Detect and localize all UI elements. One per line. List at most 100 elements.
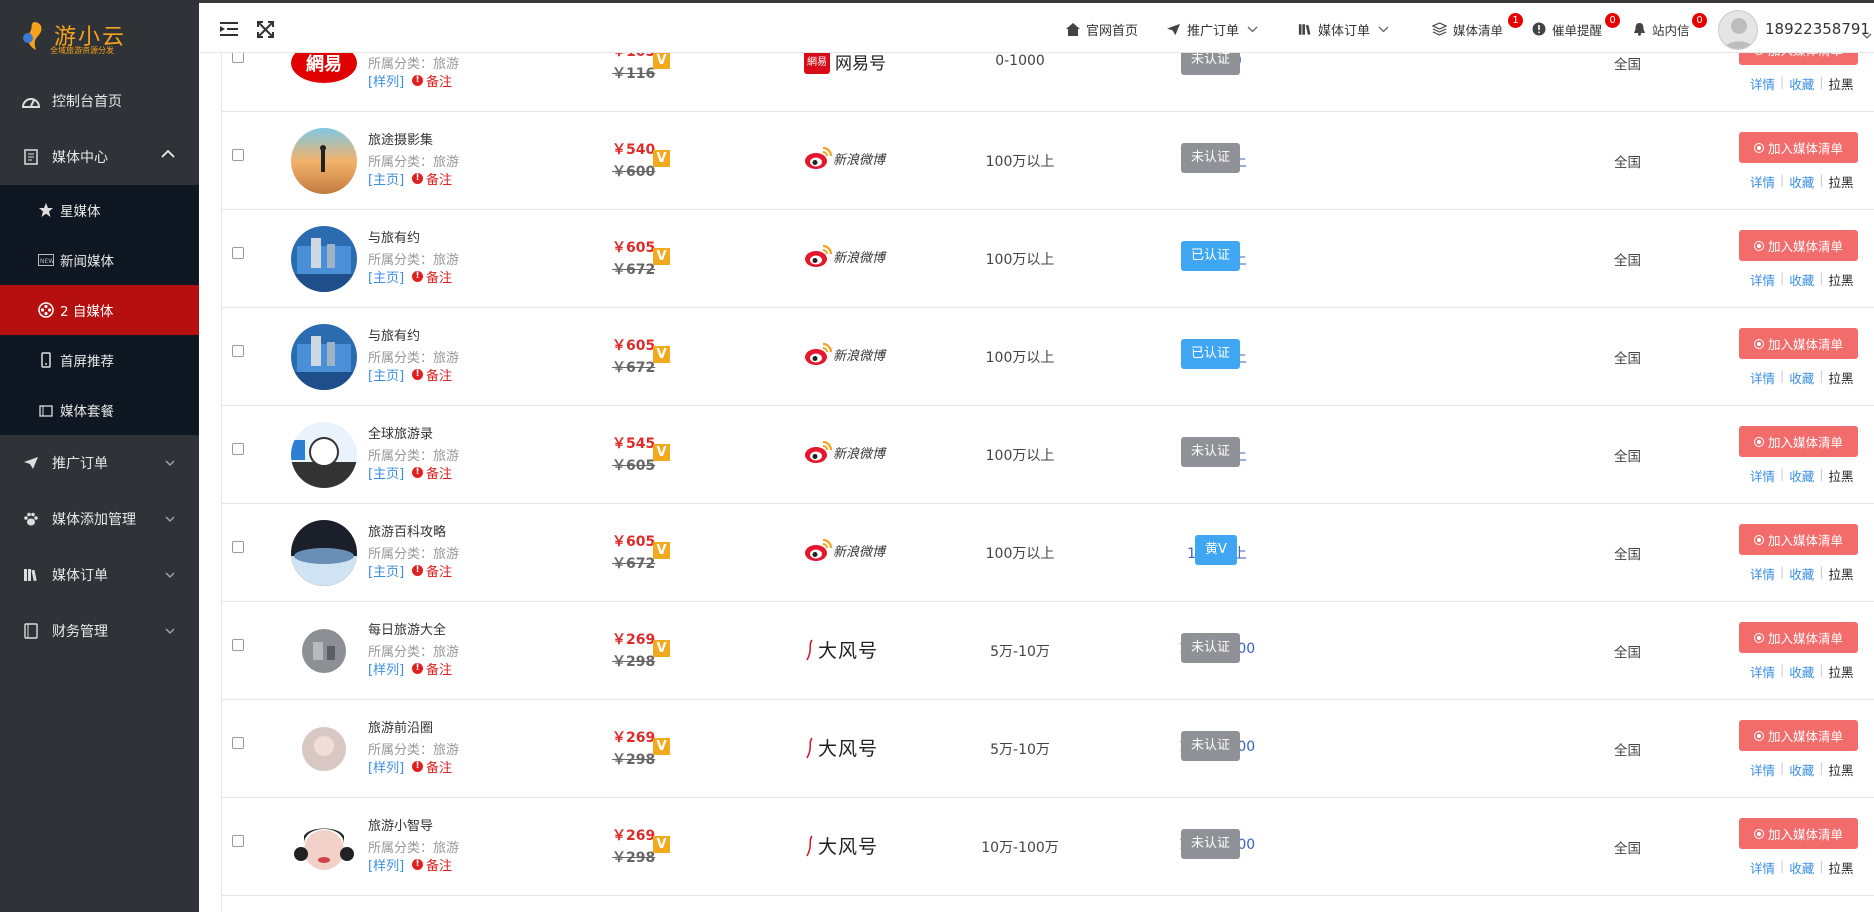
add-to-media-list-button[interactable]: 加入媒体清单	[1739, 132, 1858, 163]
media-name[interactable]: 旅游小智导	[368, 815, 433, 834]
favorite-link[interactable]: 收藏	[1789, 858, 1814, 877]
media-avatar[interactable]	[291, 128, 357, 194]
sample-link[interactable]: [样列]	[368, 757, 404, 776]
sidebar-item-media-orders[interactable]: 媒体订单	[0, 547, 199, 603]
block-link[interactable]: 拉黑	[1828, 564, 1853, 583]
sample-link[interactable]: [主页]	[368, 463, 404, 482]
note-link[interactable]: ! 备注	[412, 757, 452, 776]
media-avatar[interactable]: 網易	[291, 53, 357, 96]
block-link[interactable]: 拉黑	[1828, 172, 1853, 191]
favorite-link[interactable]: 收藏	[1789, 172, 1814, 191]
detail-link[interactable]: 详情	[1750, 564, 1775, 583]
block-link[interactable]: 拉黑	[1828, 858, 1853, 877]
note-link[interactable]: ! 备注	[412, 659, 452, 678]
detail-link[interactable]: 详情	[1750, 466, 1775, 485]
user-phone[interactable]: 18922358791	[1765, 20, 1870, 38]
sample-link[interactable]: [样列]	[368, 659, 404, 678]
row-checkbox[interactable]	[232, 639, 244, 651]
note-link[interactable]: ! 备注	[412, 169, 452, 188]
user-avatar[interactable]	[1718, 10, 1758, 50]
media-avatar[interactable]	[291, 422, 357, 488]
sample-link[interactable]: [主页]	[368, 365, 404, 384]
note-link[interactable]: ! 备注	[412, 365, 452, 384]
media-name[interactable]: 旅途摄影集	[368, 129, 433, 148]
menu-toggle-icon[interactable]	[219, 21, 239, 41]
media-name[interactable]: 旅游前沿圈	[368, 717, 433, 736]
media-avatar[interactable]	[291, 618, 357, 684]
detail-link[interactable]: 详情	[1750, 760, 1775, 779]
add-to-media-list-button[interactable]: 加入媒体清单	[1739, 328, 1858, 359]
row-checkbox[interactable]	[232, 541, 244, 553]
sidebar-subitem-self-media[interactable]: 2 自媒体	[0, 285, 199, 335]
sample-link[interactable]: [主页]	[368, 561, 404, 580]
sidebar-item-dashboard[interactable]: 控制台首页	[0, 73, 199, 129]
row-checkbox[interactable]	[232, 53, 244, 63]
nav-messages[interactable]: 站内信 0	[1633, 13, 1707, 41]
logo[interactable]: 游小云 全域旅游资源分发	[0, 0, 199, 70]
media-name[interactable]: 旅游百科攻略	[368, 521, 446, 540]
add-to-media-list-button[interactable]: 加入媒体清单	[1739, 622, 1858, 653]
media-avatar[interactable]	[291, 324, 357, 390]
row-checkbox[interactable]	[232, 443, 244, 455]
nav-official-home[interactable]: 官网首页	[1066, 17, 1138, 41]
sidebar-subitem-star-media[interactable]: 星媒体	[0, 185, 199, 235]
sidebar-item-finance[interactable]: 财务管理	[0, 603, 199, 659]
media-avatar[interactable]	[291, 814, 357, 880]
detail-link[interactable]: 详情	[1750, 270, 1775, 289]
sidebar-subitem-news-media[interactable]: NEW 新闻媒体	[0, 235, 199, 285]
block-link[interactable]: 拉黑	[1828, 662, 1853, 681]
detail-link[interactable]: 详情	[1750, 74, 1775, 93]
add-to-media-list-button[interactable]: 加入媒体清单	[1739, 720, 1858, 751]
row-checkbox[interactable]	[232, 345, 244, 357]
sample-link[interactable]: [样列]	[368, 855, 404, 874]
nav-media-orders[interactable]: 媒体订单	[1298, 17, 1395, 41]
block-link[interactable]: 拉黑	[1828, 760, 1853, 779]
block-link[interactable]: 拉黑	[1828, 270, 1853, 289]
favorite-link[interactable]: 收藏	[1789, 74, 1814, 93]
row-checkbox[interactable]	[232, 737, 244, 749]
sidebar-subitem-media-package[interactable]: 媒体套餐	[0, 385, 199, 435]
note-link[interactable]: ! 备注	[412, 267, 452, 286]
sidebar-subitem-first-screen[interactable]: 首屏推荐	[0, 335, 199, 385]
note-link[interactable]: ! 备注	[412, 561, 452, 580]
sidebar-scrollbar[interactable]	[0, 860, 8, 912]
sample-link[interactable]: [主页]	[368, 267, 404, 286]
add-to-media-list-button[interactable]: 加入媒体清单	[1739, 230, 1858, 261]
add-to-media-list-button[interactable]: 加入媒体清单	[1739, 524, 1858, 555]
favorite-link[interactable]: 收藏	[1789, 466, 1814, 485]
detail-link[interactable]: 详情	[1750, 368, 1775, 387]
sample-link[interactable]: [主页]	[368, 169, 404, 188]
media-name[interactable]: 全球旅游录	[368, 423, 433, 442]
note-link[interactable]: ! 备注	[412, 463, 452, 482]
add-to-media-list-button[interactable]: 加入媒体清单	[1739, 53, 1858, 65]
row-checkbox[interactable]	[232, 247, 244, 259]
row-checkbox[interactable]	[232, 149, 244, 161]
chevron-down-icon[interactable]	[1862, 25, 1872, 44]
media-avatar[interactable]	[291, 226, 357, 292]
favorite-link[interactable]: 收藏	[1789, 564, 1814, 583]
block-link[interactable]: 拉黑	[1828, 466, 1853, 485]
media-name[interactable]: 与旅有约	[368, 325, 420, 344]
detail-link[interactable]: 详情	[1750, 662, 1775, 681]
detail-link[interactable]: 详情	[1750, 858, 1775, 877]
favorite-link[interactable]: 收藏	[1789, 368, 1814, 387]
block-link[interactable]: 拉黑	[1828, 368, 1853, 387]
note-link[interactable]: ! 备注	[412, 71, 452, 90]
sidebar-item-media-center[interactable]: 媒体中心	[0, 129, 199, 185]
nav-promo-orders[interactable]: 推广订单	[1166, 17, 1264, 41]
add-to-media-list-button[interactable]: 加入媒体清单	[1739, 426, 1858, 457]
row-checkbox[interactable]	[232, 835, 244, 847]
detail-link[interactable]: 详情	[1750, 172, 1775, 191]
media-avatar[interactable]	[291, 520, 357, 586]
media-avatar[interactable]	[291, 716, 357, 782]
sample-link[interactable]: [样列]	[368, 71, 404, 90]
fullscreen-icon[interactable]	[257, 21, 274, 42]
media-name[interactable]: 与旅有约	[368, 227, 420, 246]
favorite-link[interactable]: 收藏	[1789, 760, 1814, 779]
sidebar-item-promo-orders[interactable]: 推广订单	[0, 435, 199, 491]
note-link[interactable]: ! 备注	[412, 855, 452, 874]
add-to-media-list-button[interactable]: 加入媒体清单	[1739, 818, 1858, 849]
favorite-link[interactable]: 收藏	[1789, 270, 1814, 289]
nav-media-list[interactable]: 媒体清单 1	[1432, 13, 1523, 41]
favorite-link[interactable]: 收藏	[1789, 662, 1814, 681]
